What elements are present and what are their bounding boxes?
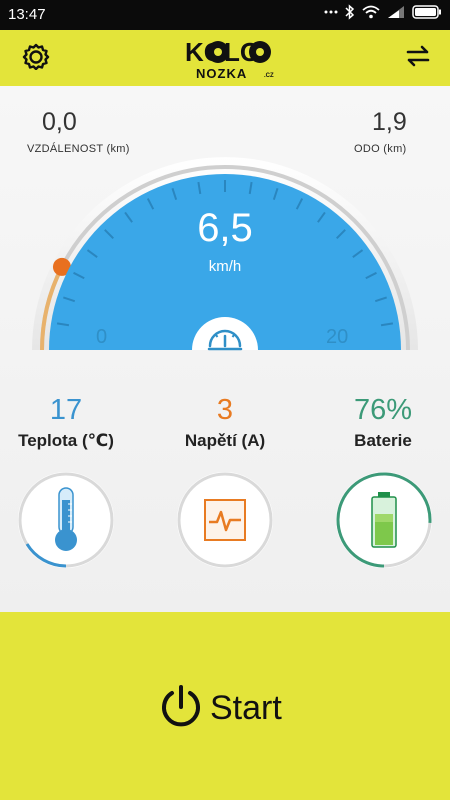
odo-value: 1,9 [372,108,407,136]
settings-button[interactable] [18,40,54,76]
scale-max-label: 20 [326,326,349,348]
swap-arrows-icon [405,45,431,72]
bluetooth-icon [345,4,355,20]
status-time: 13:47 [8,6,46,23]
battery-icon [371,492,397,548]
power-icon [158,683,204,734]
dashboard: 0,0 VZDÁLENOST (km) 1,9 ODO (km) 6,5 km/… [0,86,450,612]
speed-unit: km/h [208,258,242,275]
bottom-panel: Start [0,612,450,800]
scale-min-label: 0 [96,326,108,348]
voltage-label: Napětí (A) [184,431,266,450]
voltage-value: 3 [216,394,234,426]
start-label: Start [210,688,282,727]
temperature-value: 17 [49,394,83,426]
app-bar: KOLO NOZKA .CZ [0,30,450,86]
more-dots-icon [324,10,338,14]
pulse-icon [204,499,246,541]
temperature-label: Teplota (℃) [18,431,114,450]
distance-value: 0,0 [42,108,77,136]
temperature-gauge[interactable] [16,470,116,570]
battery-label: Baterie [354,431,412,450]
switch-button[interactable] [400,40,436,76]
logo-line2: NOZKA [196,66,247,81]
status-bar: 13:47 [0,0,450,30]
voltage-gauge[interactable] [175,470,275,570]
start-button[interactable]: Start [158,680,282,736]
wifi-icon [362,5,380,19]
signal-icon [387,5,405,19]
gear-icon [22,42,50,75]
battery-value: 76% [353,394,413,426]
thermometer-icon [55,487,77,551]
app-logo: KOLO NOZKA .CZ [150,35,300,81]
logo-suffix: .CZ [264,73,274,79]
status-icons [324,4,442,20]
battery-gauge[interactable] [334,470,434,570]
battery-status-icon [412,5,442,19]
speed-value: 6,5 [197,206,253,250]
